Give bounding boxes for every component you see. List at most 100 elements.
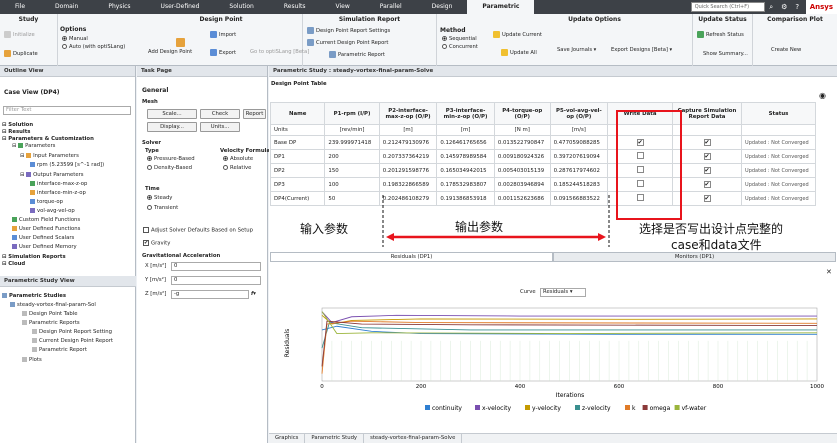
outline-item[interactable]: vol-avg-vel-op (30, 208, 75, 215)
param-tree-item[interactable]: Design Point Table (22, 311, 78, 318)
cell-p3[interactable]: 0.126461765656 (436, 135, 495, 150)
import-button[interactable]: Import (210, 31, 236, 38)
update-all-button[interactable]: Update All (501, 49, 537, 56)
sequential-radio[interactable]: Sequential (442, 36, 477, 42)
menu-tab-parametric[interactable]: Parametric (467, 0, 535, 14)
outline-item[interactable]: ⊟ Output Parameters (20, 172, 84, 179)
report-settings-button[interactable]: Design Point Report Settings (307, 27, 390, 34)
search-icon[interactable]: ⌕ (765, 3, 778, 12)
gz-input[interactable]: -g (171, 290, 249, 299)
auto-radio[interactable]: Auto (with optiSLang) (62, 44, 125, 50)
check-button[interactable]: Check (200, 109, 240, 119)
close-plot-icon[interactable]: ✕ (826, 268, 832, 276)
density-based-radio[interactable]: Density-Based (147, 165, 192, 171)
manual-radio[interactable]: Manual (62, 36, 88, 42)
show-summary-button[interactable]: Show Summary... (703, 51, 748, 57)
menu-tab-physics[interactable]: Physics (93, 0, 145, 14)
cell-name[interactable]: Base DP (269, 135, 326, 150)
cell-p4[interactable]: 0.002803946894 (493, 177, 551, 192)
tab-residuals[interactable]: Residuals (DP1) (270, 252, 553, 262)
param-tree-item[interactable]: Parametric Reports (22, 320, 80, 327)
create-plot-button[interactable]: Create New (771, 47, 801, 53)
initialize-button[interactable]: Initialize (4, 31, 35, 38)
outline-item[interactable]: Custom Field Functions (12, 217, 80, 224)
column-header[interactable]: P1-rpm (I/P) (324, 102, 380, 125)
cell-p3[interactable]: 0.145978989584 (436, 149, 495, 164)
cell-p5[interactable]: 0.397207619094 (549, 149, 609, 164)
param-tree-item[interactable]: Design Point Report Setting (32, 329, 112, 336)
outline-filter-input[interactable]: Filter Text (3, 106, 131, 115)
menu-tab-user-defined[interactable]: User-Defined (146, 0, 215, 14)
gy-input[interactable]: 0 (171, 276, 261, 285)
cell-p2[interactable]: 0.207337364219 (378, 149, 438, 164)
pressure-based-radio[interactable]: Pressure-Based (147, 156, 195, 162)
cell-p1[interactable]: 200 (324, 149, 380, 164)
capture-report-checkbox[interactable]: ✔ (703, 195, 711, 202)
column-header[interactable]: Capture Simulation Report Data (671, 102, 743, 125)
param-tree-item[interactable]: steady-vortex-final-param-Sol (10, 302, 96, 309)
units-button[interactable]: Units... (200, 122, 240, 132)
cell-p1[interactable]: 150 (324, 163, 380, 178)
outline-item[interactable]: User Defined Memory (12, 244, 77, 251)
outline-item[interactable]: User Defined Functions (12, 226, 80, 233)
param-tree-item[interactable]: Parametric Studies (2, 293, 66, 300)
bottom-tab[interactable]: Parametric Study (305, 434, 365, 443)
capture-report-checkbox[interactable]: ✔ (703, 181, 711, 188)
outline-item[interactable]: ⊟ Parameters (12, 143, 55, 150)
export-designs-button[interactable]: Export Designs [Beta] ▾ (611, 47, 672, 53)
menu-tab-file[interactable]: File (0, 0, 40, 14)
quick-search-input[interactable]: Quick Search (Ctrl+F) (690, 2, 765, 12)
menu-tab-solution[interactable]: Solution (214, 0, 268, 14)
display-button[interactable]: Display... (147, 122, 197, 132)
menu-tab-view[interactable]: View (321, 0, 365, 14)
export-button[interactable]: Export (210, 49, 236, 56)
menu-tab-parallel[interactable]: Parallel (365, 0, 417, 14)
gravity-checkbox[interactable]: ✔ Gravity (143, 240, 170, 247)
cell-p1[interactable]: 100 (324, 177, 380, 192)
transient-radio[interactable]: Transient (147, 205, 178, 211)
cell-p2[interactable]: 0.198322866589 (378, 177, 438, 192)
duplicate-button[interactable]: Duplicate (4, 50, 38, 57)
table-row[interactable]: DP2 150 0.201291598776 0.165034942015 0.0054… (269, 163, 816, 178)
menu-tab-results[interactable]: Results (269, 0, 321, 14)
gx-input[interactable]: 0 (171, 262, 261, 271)
menu-tab-domain[interactable]: Domain (40, 0, 93, 14)
cell-p5[interactable]: 0.287617974602 (549, 163, 609, 178)
table-options-icon[interactable]: ◉ (819, 91, 826, 100)
menu-tab-design[interactable]: Design (417, 0, 468, 14)
column-header[interactable]: P5-vol-avg-vel-op (O/P) (549, 102, 609, 125)
cell-p4[interactable]: 0.005403015139 (493, 163, 551, 178)
outline-item[interactable]: ⊟ Cloud (2, 261, 25, 268)
add-design-point-button[interactable]: Add Design Point (148, 38, 192, 55)
outline-item[interactable]: ⊟ Input Parameters (20, 153, 79, 160)
column-header[interactable]: Name (269, 102, 326, 125)
column-header[interactable]: P4-torque-op (O/P) (493, 102, 551, 125)
outline-item[interactable]: interface-min-z-op (30, 190, 86, 197)
absolute-radio[interactable]: Absolute (223, 156, 253, 162)
column-header[interactable]: P2-interface-max-z-op (O/P) (378, 102, 438, 125)
cell-p1[interactable]: 239.999971418 (324, 135, 380, 150)
outline-item[interactable]: ⊟ Simulation Reports (2, 254, 66, 261)
cell-p5[interactable]: 0.185244518283 (549, 177, 609, 192)
curve-select[interactable]: Residuals ▾ (540, 288, 586, 297)
refresh-status-button[interactable]: Refresh Status (697, 31, 744, 38)
outline-item[interactable]: ⊟ Solution (2, 122, 33, 129)
cell-name[interactable]: DP4(Current) (269, 191, 326, 206)
help-icon[interactable]: ? (791, 3, 804, 11)
column-header[interactable]: P3-interface-min-z-op (O/P) (436, 102, 495, 125)
cell-p2[interactable]: 0.201291598776 (378, 163, 438, 178)
table-row[interactable]: DP3 100 0.198322866589 0.178532983807 0.0028… (269, 177, 816, 192)
cell-p5[interactable]: 0.477059088285 (549, 135, 609, 150)
table-row[interactable]: Base DP 239.999971418 0.212479130976 0.1264… (269, 135, 816, 150)
steady-radio[interactable]: Steady (147, 195, 172, 201)
cell-p4[interactable]: 0.013522790847 (493, 135, 551, 150)
bottom-tab[interactable]: steady-vortex-final-param-Solve (364, 434, 463, 443)
cell-p3[interactable]: 0.165034942015 (436, 163, 495, 178)
outline-item[interactable]: interface-max-z-op (30, 181, 87, 188)
outline-item[interactable]: ⊟ Parameters & Customization (2, 136, 94, 143)
save-journals-button[interactable]: Save Journals ▾ (557, 47, 596, 53)
param-tree-item[interactable]: Parametric Report (32, 347, 87, 354)
outline-item[interactable]: User Defined Scalars (12, 235, 74, 242)
table-row[interactable]: DP1 200 0.207337364219 0.145978989584 0.0091… (269, 149, 816, 164)
capture-report-checkbox[interactable]: ✔ (703, 139, 711, 146)
